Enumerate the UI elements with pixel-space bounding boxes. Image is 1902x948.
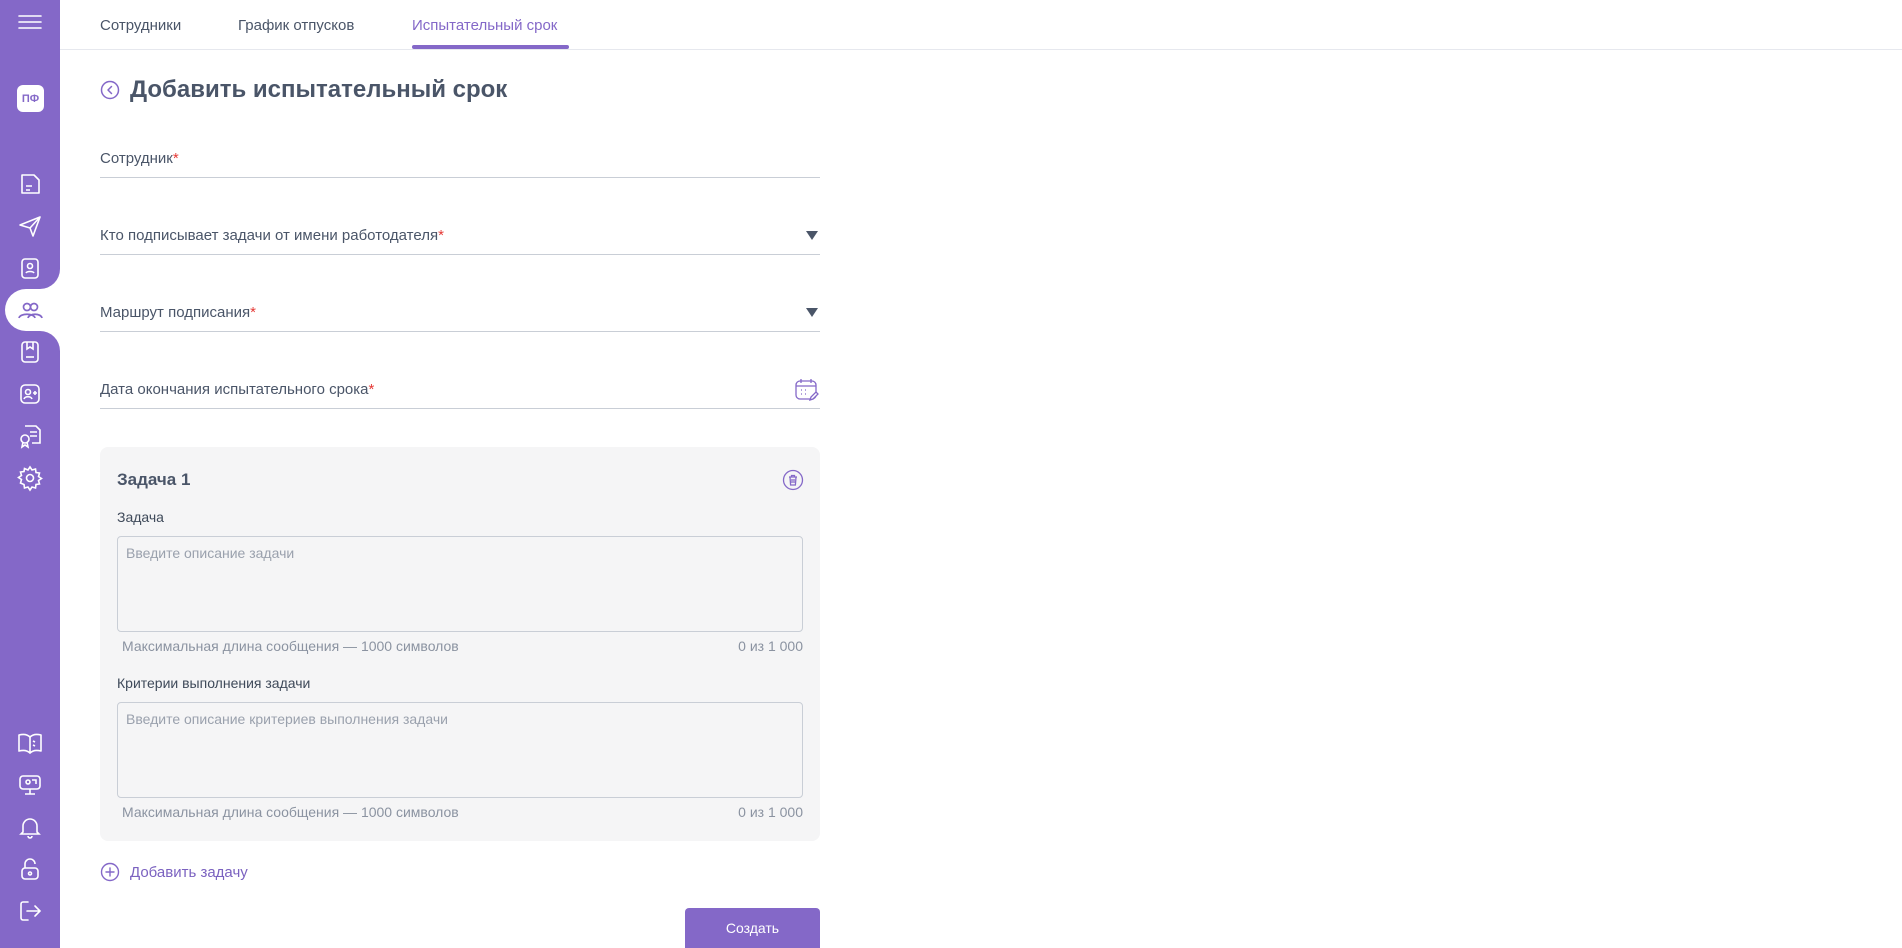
plus-circle-icon <box>100 862 120 882</box>
tab-bar: Сотрудники График отпусков Испытательный… <box>60 0 1902 50</box>
id-badge-icon[interactable] <box>0 248 60 288</box>
chat-screen-icon[interactable] <box>0 765 60 805</box>
employee-field[interactable]: Сотрудник* <box>100 138 820 178</box>
signer-label: Кто подписывает задачи от имени работода… <box>100 227 439 244</box>
page-title: Добавить испытательный срок <box>130 76 508 103</box>
back-button[interactable] <box>100 80 120 100</box>
send-icon[interactable] <box>0 206 60 246</box>
add-task-label: Добавить задачу <box>130 863 248 881</box>
required-mark: * <box>368 381 375 398</box>
task-description-input[interactable] <box>117 536 803 632</box>
tab-probation[interactable]: Испытательный срок <box>412 17 557 34</box>
criteria-description-input[interactable] <box>117 702 803 798</box>
book-icon[interactable] <box>0 723 60 763</box>
tab-employees[interactable]: Сотрудники <box>100 17 181 34</box>
chevron-left-circle-icon <box>100 80 120 100</box>
end-date-field[interactable]: Дата окончания испытательного срока* <box>100 369 820 409</box>
bookmark-doc-icon[interactable] <box>0 332 60 372</box>
criteria-length-hint: Максимальная длина сообщения — 1000 симв… <box>122 804 459 820</box>
document-icon[interactable] <box>0 164 60 204</box>
task-length-hint: Максимальная длина сообщения — 1000 симв… <box>122 638 459 654</box>
logout-icon[interactable] <box>0 891 60 931</box>
add-task-button[interactable]: Добавить задачу <box>100 862 248 882</box>
delete-task-button[interactable] <box>782 469 804 491</box>
lock-open-icon[interactable] <box>0 849 60 889</box>
add-user-icon[interactable] <box>0 374 60 414</box>
criteria-label: Критерии выполнения задачи <box>117 675 311 691</box>
caret-down-icon[interactable] <box>806 231 818 240</box>
avatar[interactable]: ПФ <box>17 85 44 112</box>
employee-label: Сотрудник <box>100 150 173 167</box>
bell-icon[interactable] <box>0 807 60 847</box>
task-card: Задача 1 Задача Максимальная длина сообщ… <box>100 447 820 841</box>
required-mark: * <box>250 304 256 321</box>
task-char-counter: 0 из 1 000 <box>738 638 803 654</box>
calendar-edit-icon[interactable] <box>794 377 820 403</box>
caret-down-icon[interactable] <box>806 308 818 317</box>
gear-icon[interactable] <box>0 458 60 498</box>
task-title: Задача 1 <box>117 470 191 489</box>
required-mark: * <box>438 227 444 244</box>
trash-icon <box>782 469 804 491</box>
route-label: Маршрут подписания <box>100 304 251 321</box>
signer-select[interactable]: Кто подписывает задачи от имени работода… <box>100 215 820 255</box>
end-date-label: Дата окончания испытательного срока <box>100 381 369 398</box>
signing-route-select[interactable]: Маршрут подписания* <box>100 292 820 332</box>
tab-vacation-schedule[interactable]: График отпусков <box>238 17 354 34</box>
users-icon[interactable] <box>0 290 60 330</box>
create-button[interactable]: Создать <box>685 908 820 948</box>
certificate-icon[interactable] <box>0 416 60 456</box>
hamburger-icon[interactable] <box>0 2 60 42</box>
tab-active-underline <box>412 45 569 49</box>
required-mark: * <box>172 150 179 167</box>
task-label: Задача <box>117 509 164 525</box>
sidebar: ПФ <box>0 0 60 948</box>
criteria-char-counter: 0 из 1 000 <box>738 804 803 820</box>
